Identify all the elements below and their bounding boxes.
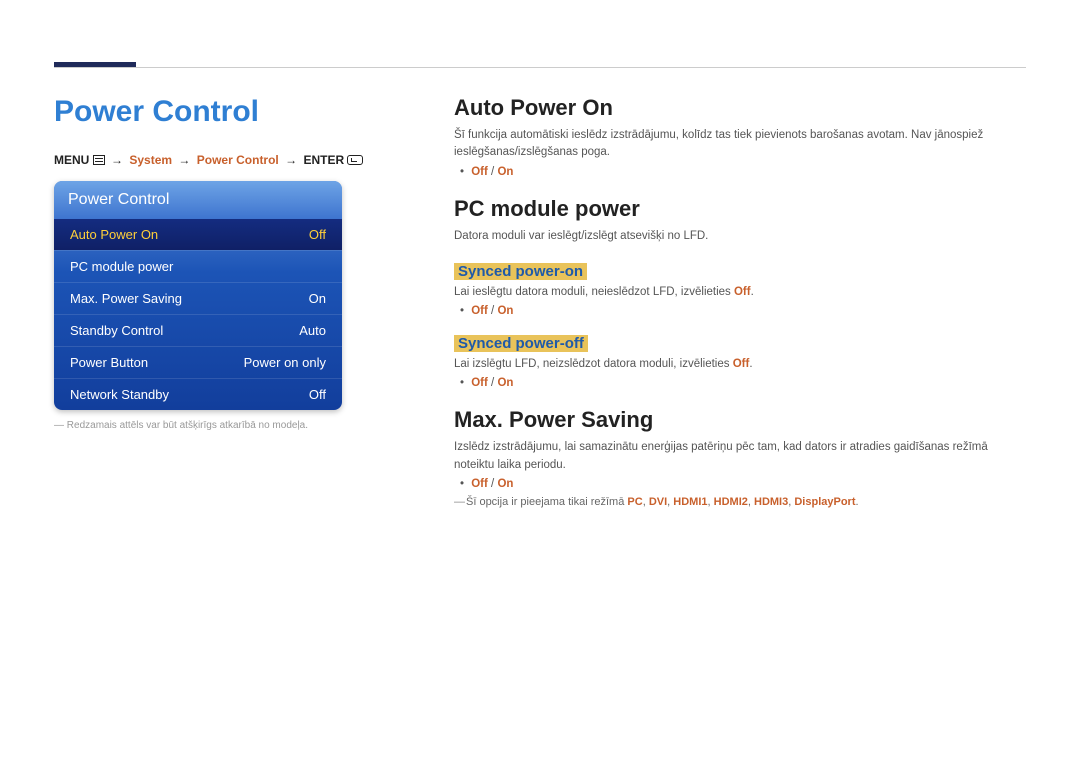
osd-row-label: Auto Power On: [70, 227, 158, 242]
option-on: On: [497, 478, 513, 490]
option-off: Off: [471, 478, 488, 490]
osd-row-label: Power Button: [70, 355, 148, 370]
text-auto-power-on: Šī funkcija automātiski ieslēdz izstrādā…: [454, 127, 1026, 162]
options-max-power-saving: Off / On: [454, 478, 1026, 490]
breadcrumb-menu-label: MENU: [54, 153, 89, 167]
subheading-synced-power-on: Synced power-on: [454, 263, 587, 280]
option-sep: /: [488, 478, 498, 490]
osd-row-label: Max. Power Saving: [70, 291, 182, 306]
osd-row-label: Network Standby: [70, 387, 169, 402]
mode-pc: PC: [627, 496, 642, 508]
inline-off-word: Off: [734, 286, 751, 298]
breadcrumb-sep: →: [111, 153, 123, 167]
option-sep: /: [488, 305, 498, 317]
heading-pc-module-power: PC module power: [454, 196, 1026, 222]
breadcrumb-enter-label: ENTER: [303, 153, 344, 167]
osd-panel: Power Control Auto Power On Off PC modul…: [54, 181, 342, 410]
option-on: On: [497, 305, 513, 317]
subheading-synced-power-off: Synced power-off: [454, 335, 588, 352]
header-rule: [54, 67, 1026, 68]
osd-row-power-button[interactable]: Power Button Power on only: [54, 346, 342, 378]
option-sep: /: [488, 166, 498, 178]
left-column: Power Control MENU → System → Power Cont…: [54, 95, 394, 431]
osd-footnote: Redzamais attēls var būt atšķirīgs atkar…: [54, 420, 394, 431]
mode-hdmi1: HDMI1: [673, 496, 707, 508]
osd-row-value: Off: [309, 387, 326, 402]
heading-auto-power-on: Auto Power On: [454, 95, 1026, 121]
breadcrumb-sep: →: [285, 153, 297, 167]
breadcrumb-system: System: [129, 153, 172, 167]
text-pc-module-power: Datora moduli var ieslēgt/izslēgt atsevi…: [454, 228, 1026, 245]
osd-header: Power Control: [54, 181, 342, 219]
osd-row-value: Auto: [299, 323, 326, 338]
text-fragment: Lai ieslēgtu datora moduli, neieslēdzot …: [454, 286, 734, 298]
mode-dvi: DVI: [649, 496, 667, 508]
osd-row-standby-control[interactable]: Standby Control Auto: [54, 314, 342, 346]
breadcrumb: MENU → System → Power Control → ENTER: [54, 153, 394, 167]
osd-row-label: Standby Control: [70, 323, 163, 338]
option-line: Off / On: [472, 166, 1026, 178]
osd-row-value: Power on only: [244, 355, 326, 370]
osd-row-max-power-saving[interactable]: Max. Power Saving On: [54, 282, 342, 314]
heading-max-power-saving: Max. Power Saving: [454, 407, 1026, 433]
footnote-post: .: [856, 496, 859, 508]
right-column: Auto Power On Šī funkcija automātiski ie…: [394, 95, 1026, 508]
osd-row-auto-power-on[interactable]: Auto Power On Off: [54, 219, 342, 250]
osd-row-network-standby[interactable]: Network Standby Off: [54, 378, 342, 410]
mode-hdmi3: HDMI3: [754, 496, 788, 508]
breadcrumb-power-control: Power Control: [197, 153, 279, 167]
osd-row-value: Off: [309, 227, 326, 242]
osd-row-pc-module-power[interactable]: PC module power: [54, 250, 342, 282]
text-fragment: .: [749, 358, 752, 370]
option-off: Off: [471, 166, 488, 178]
option-line: Off / On: [472, 305, 1026, 317]
breadcrumb-sep: →: [178, 153, 190, 167]
mode-hdmi2: HDMI2: [714, 496, 748, 508]
text-fragment: Lai izslēgtu LFD, neizslēdzot datora mod…: [454, 358, 733, 370]
option-line: Off / On: [472, 377, 1026, 389]
option-off: Off: [471, 377, 488, 389]
page-title: Power Control: [54, 95, 394, 129]
option-line: Off / On: [472, 478, 1026, 490]
options-auto-power-on: Off / On: [454, 166, 1026, 178]
text-max-power-saving: Izslēdz izstrādājumu, lai samazinātu ene…: [454, 439, 1026, 474]
osd-row-label: PC module power: [70, 259, 173, 274]
inline-off-word: Off: [733, 358, 750, 370]
option-on: On: [497, 377, 513, 389]
option-on: On: [497, 166, 513, 178]
menu-icon: [93, 155, 105, 165]
page-content: Power Control MENU → System → Power Cont…: [54, 95, 1026, 508]
text-synced-power-off: Lai izslēgtu LFD, neizslēdzot datora mod…: [454, 356, 1026, 373]
osd-row-value: On: [309, 291, 326, 306]
footnote-pre: Šī opcija ir pieejama tikai režīmā: [466, 496, 627, 508]
option-off: Off: [471, 305, 488, 317]
enter-icon: [347, 155, 363, 165]
text-fragment: .: [751, 286, 754, 298]
option-sep: /: [488, 377, 498, 389]
mode-displayport: DisplayPort: [794, 496, 855, 508]
text-synced-power-on: Lai ieslēgtu datora moduli, neieslēdzot …: [454, 284, 1026, 301]
footnote-max-power-saving: Šī opcija ir pieejama tikai režīmā PC, D…: [454, 496, 1026, 508]
options-synced-power-off: Off / On: [454, 377, 1026, 389]
options-synced-power-on: Off / On: [454, 305, 1026, 317]
